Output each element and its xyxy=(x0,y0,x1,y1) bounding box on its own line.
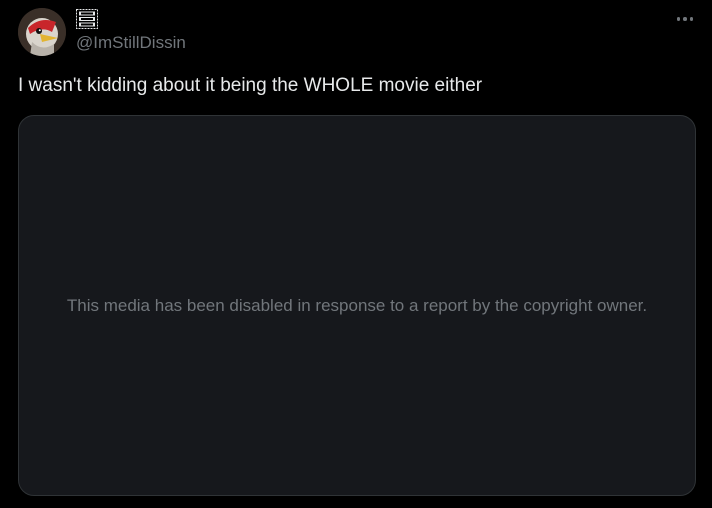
more-options-button[interactable] xyxy=(672,10,698,28)
avatar[interactable] xyxy=(18,8,66,56)
tweet-text: I wasn't kidding about it being the WHOL… xyxy=(18,75,483,96)
avatar-bird-icon xyxy=(18,8,66,56)
more-horizontal-icon xyxy=(676,17,681,21)
media-disabled-notice: This media has been disabled in response… xyxy=(66,295,648,315)
name-logo-icon xyxy=(76,9,98,29)
user-handle[interactable]: @ImStillDissin xyxy=(76,33,186,53)
media-container: This media has been disabled in response… xyxy=(18,115,696,496)
display-name[interactable] xyxy=(76,8,98,30)
tweet: @ImStillDissin I wasn't kidding about it… xyxy=(0,0,712,508)
